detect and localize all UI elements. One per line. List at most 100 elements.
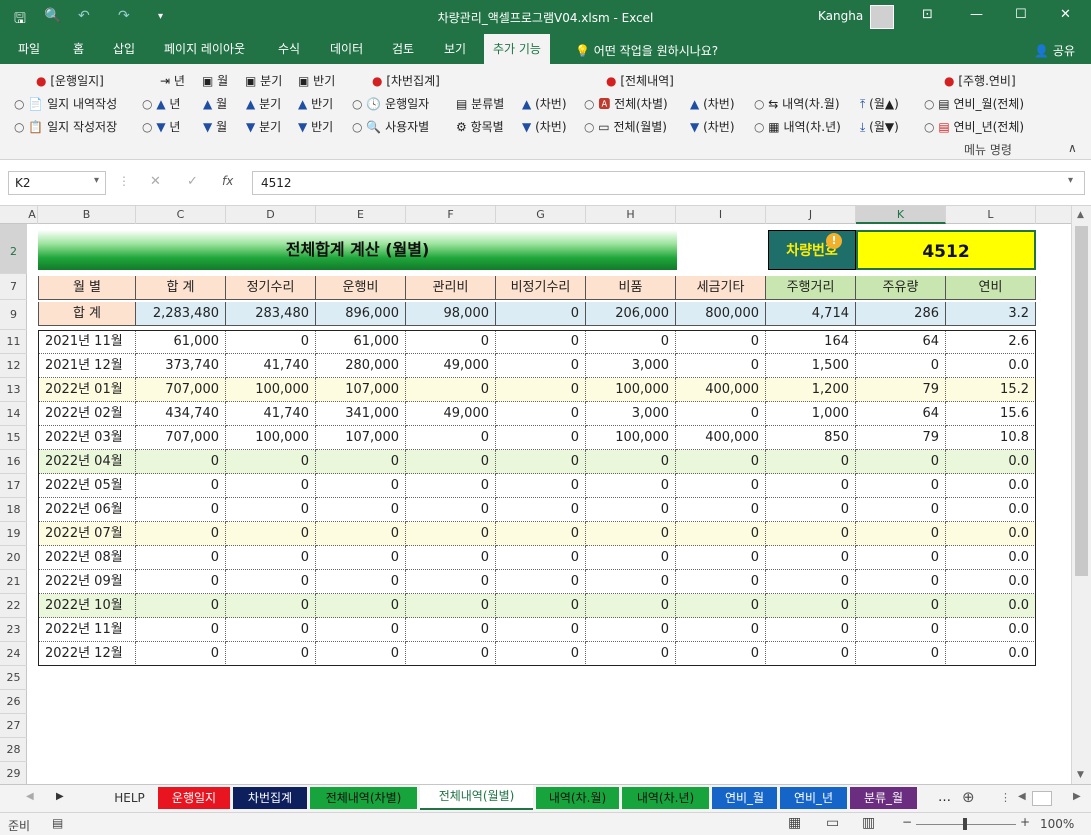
table-header-cell[interactable]: 합 계 [136, 276, 226, 300]
btn-up-month[interactable]: ▲ 월 [203, 95, 227, 112]
table-cell[interactable]: 2022년 12월 [38, 642, 136, 666]
table-cell[interactable]: 0 [226, 498, 316, 522]
table-cell[interactable]: 0 [496, 642, 586, 666]
row-header-12[interactable]: 12 [0, 354, 27, 378]
row-header-29[interactable]: 29 [0, 762, 27, 786]
tab-file[interactable]: 파일 [18, 34, 40, 64]
table-cell[interactable]: 0 [406, 498, 496, 522]
table-cell[interactable]: 0 [136, 594, 226, 618]
normal-view-icon[interactable]: ▦ [788, 815, 801, 831]
table-cell[interactable]: 0.0 [946, 642, 1036, 666]
table-cell[interactable]: 0 [496, 498, 586, 522]
name-box[interactable]: K2 ▾ [8, 171, 106, 195]
sheet-tab[interactable]: 연비_월 [712, 787, 777, 809]
column-header-L[interactable]: L [946, 206, 1036, 224]
table-cell[interactable]: 0 [316, 570, 406, 594]
macro-record-icon[interactable]: ▤ [52, 816, 63, 830]
table-cell[interactable]: 0 [226, 594, 316, 618]
page-break-view-icon[interactable]: ▥ [862, 815, 875, 831]
btn-h-year[interactable]: ⇥ 년 [160, 72, 185, 89]
total-cell[interactable]: 3.2 [946, 302, 1036, 326]
table-cell[interactable]: 0.0 [946, 546, 1036, 570]
column-header-A[interactable]: A [27, 206, 38, 224]
table-header-cell[interactable]: 비품 [586, 276, 676, 300]
table-cell[interactable]: 0.0 [946, 354, 1036, 378]
table-cell[interactable]: 0 [766, 498, 856, 522]
btn-carno-up[interactable]: ▲ (차번) [522, 95, 567, 112]
table-cell[interactable]: 64 [856, 402, 946, 426]
sheet-tab[interactable]: 내역(차.년) [622, 787, 709, 809]
table-cell[interactable]: 0 [406, 474, 496, 498]
user-name[interactable]: Kangha [818, 9, 863, 23]
table-cell[interactable]: 0 [856, 474, 946, 498]
table-cell[interactable]: 0 [316, 642, 406, 666]
btn-eff-month[interactable]: ○ ▤ 연비_월(전체) [924, 95, 1024, 112]
total-cell[interactable]: 283,480 [226, 302, 316, 326]
table-cell[interactable]: 0 [676, 570, 766, 594]
vertical-scrollbar[interactable]: ▲ ▼ [1071, 206, 1091, 784]
table-cell[interactable]: 0 [136, 498, 226, 522]
table-cell[interactable]: 0 [676, 354, 766, 378]
table-cell[interactable]: 0 [406, 570, 496, 594]
zoom-level[interactable]: 100% [1040, 817, 1074, 831]
table-cell[interactable]: 1,200 [766, 378, 856, 402]
total-cell[interactable]: 206,000 [586, 302, 676, 326]
table-cell[interactable]: 0 [226, 474, 316, 498]
table-cell[interactable]: 0 [856, 594, 946, 618]
table-cell[interactable]: 3,000 [586, 402, 676, 426]
table-cell[interactable]: 0 [316, 522, 406, 546]
car-number-cell[interactable]: 4512 [856, 230, 1036, 270]
row-header-18[interactable]: 18 [0, 498, 27, 522]
btn-by-user[interactable]: ○ 🔍 사용자별 [352, 118, 429, 135]
btn-all-down[interactable]: ▼ (차번) [690, 118, 735, 135]
table-cell[interactable]: 0 [226, 570, 316, 594]
table-cell[interactable]: 0 [856, 618, 946, 642]
add-sheet-icon[interactable]: ⊕ [962, 788, 975, 806]
btn-carno-down[interactable]: ▼ (차번) [522, 118, 567, 135]
tab-formulas[interactable]: 수식 [278, 34, 300, 64]
tab-add-ins[interactable]: 추가 기능 [484, 34, 550, 64]
share-button[interactable]: 👤 공유 [1034, 42, 1075, 59]
column-header-K[interactable]: K [856, 206, 946, 224]
table-cell[interactable]: 2022년 01월 [38, 378, 136, 402]
table-cell[interactable]: 0.0 [946, 450, 1036, 474]
column-header-D[interactable]: D [226, 206, 316, 224]
table-cell[interactable]: 0.0 [946, 570, 1036, 594]
row-header-28[interactable]: 28 [0, 738, 27, 762]
row-header-24[interactable]: 24 [0, 642, 27, 666]
table-cell[interactable]: 0 [496, 354, 586, 378]
table-cell[interactable]: 0 [676, 546, 766, 570]
minimize-icon[interactable]: — [970, 7, 983, 22]
table-cell[interactable]: 0 [766, 522, 856, 546]
sheet-tab[interactable]: 운행일지 [158, 787, 230, 809]
table-cell[interactable]: 0 [496, 522, 586, 546]
table-cell[interactable]: 0 [496, 594, 586, 618]
table-cell[interactable]: 0 [586, 330, 676, 354]
table-header-cell[interactable]: 주유량 [856, 276, 946, 300]
btn-month-up[interactable]: ⤒ (월▲) [860, 95, 899, 112]
table-header-cell[interactable]: 연비 [946, 276, 1036, 300]
scroll-up-icon[interactable]: ▲ [1077, 210, 1084, 220]
customize-qat-icon[interactable]: ▾ [158, 11, 163, 22]
table-cell[interactable]: 0 [406, 546, 496, 570]
zoom-slider-thumb[interactable] [963, 818, 967, 830]
formula-input[interactable]: 4512 [252, 171, 1085, 195]
table-cell[interactable]: 2022년 05월 [38, 474, 136, 498]
column-header-F[interactable]: F [406, 206, 496, 224]
btn-up-quarter[interactable]: ▲ 분기 [246, 95, 281, 112]
table-cell[interactable]: 0.0 [946, 618, 1036, 642]
table-cell[interactable]: 49,000 [406, 402, 496, 426]
table-cell[interactable]: 0 [676, 618, 766, 642]
table-cell[interactable]: 0.0 [946, 522, 1036, 546]
tab-insert[interactable]: 삽입 [113, 34, 135, 64]
table-cell[interactable]: 0.0 [946, 498, 1036, 522]
table-cell[interactable]: 0 [766, 642, 856, 666]
table-cell[interactable]: 164 [766, 330, 856, 354]
insert-function-icon[interactable]: fx [222, 174, 233, 188]
table-cell[interactable]: 49,000 [406, 354, 496, 378]
enter-icon[interactable]: ✓ [187, 174, 198, 189]
table-cell[interactable]: 0 [496, 378, 586, 402]
table-cell[interactable]: 100,000 [226, 426, 316, 450]
table-cell[interactable]: 0.0 [946, 474, 1036, 498]
table-header-cell[interactable]: 비정기수리 [496, 276, 586, 300]
